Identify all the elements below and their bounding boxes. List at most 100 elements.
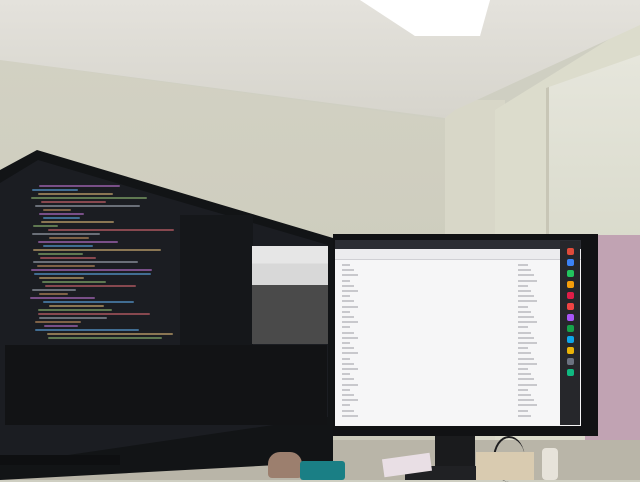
code-line — [43, 209, 71, 211]
list-item — [342, 399, 358, 402]
code-line — [39, 277, 84, 279]
hand-on-mouse — [268, 452, 302, 478]
list-item — [342, 409, 354, 412]
list-item — [342, 352, 358, 355]
code-line — [38, 253, 83, 255]
dock-app-icon[interactable] — [567, 369, 574, 376]
list-item — [342, 290, 358, 292]
code-line — [38, 309, 112, 311]
list-item-right — [518, 290, 531, 292]
dock-app-icon[interactable] — [567, 336, 574, 343]
list-item-right — [518, 269, 531, 272]
code-line — [43, 245, 93, 247]
list-item-right — [518, 394, 531, 396]
code-line — [48, 337, 162, 339]
editor-side-pane — [180, 215, 253, 345]
list-item — [342, 310, 350, 313]
code-line — [45, 285, 136, 287]
list-item-right — [518, 321, 537, 324]
list-item — [342, 295, 350, 298]
list-item-right — [518, 305, 528, 308]
code-line — [40, 257, 96, 259]
code-line — [49, 305, 104, 307]
list-item — [342, 269, 354, 272]
list-item-right — [518, 362, 537, 365]
list-item-right — [518, 342, 537, 344]
list-item-right — [518, 352, 531, 355]
browser-titlebar — [335, 240, 581, 249]
right-monitor-screen — [335, 240, 581, 426]
code-line — [43, 217, 80, 219]
code-line — [38, 313, 150, 315]
code-line — [32, 289, 76, 291]
browser-toolbar — [335, 249, 581, 260]
code-line — [32, 189, 78, 191]
list-item — [342, 373, 350, 376]
list-item — [342, 342, 350, 344]
list-item-right — [518, 347, 528, 350]
code-line — [42, 281, 106, 283]
list-item — [342, 357, 350, 360]
list-item-right — [518, 357, 534, 360]
list-item — [342, 316, 354, 318]
dock-app-icon[interactable] — [567, 314, 574, 321]
list-item-right — [518, 300, 537, 303]
dock-app-icon[interactable] — [567, 325, 574, 332]
list-item — [342, 274, 358, 277]
list-item-right — [518, 295, 534, 298]
list-item-right — [518, 388, 528, 391]
list-item — [342, 347, 354, 350]
dock-app-icon[interactable] — [567, 270, 574, 277]
list-item — [342, 336, 358, 339]
list-item — [342, 362, 354, 365]
app-dock — [560, 241, 580, 425]
left-taskbar — [0, 455, 120, 465]
list-item-right — [518, 316, 534, 318]
code-line — [35, 321, 81, 323]
list-item — [342, 388, 350, 391]
bottle — [542, 448, 558, 480]
dock-app-icon[interactable] — [567, 303, 574, 310]
list-item-right — [518, 264, 528, 266]
list-item — [342, 331, 354, 334]
list-item — [342, 321, 358, 324]
list-item-right — [518, 310, 531, 313]
code-line — [47, 333, 173, 335]
list-item-right — [518, 336, 534, 339]
code-line — [43, 301, 134, 303]
list-item — [342, 404, 350, 407]
code-line — [44, 325, 78, 327]
code-line — [31, 269, 152, 271]
dock-app-icon[interactable] — [567, 292, 574, 299]
code-line — [37, 265, 95, 267]
list-item — [342, 368, 358, 370]
code-line — [31, 197, 147, 199]
dock-app-icon[interactable] — [567, 248, 574, 255]
code-line — [35, 205, 140, 207]
code-line — [41, 201, 106, 203]
list-item-right — [518, 414, 531, 417]
dock-app-icon[interactable] — [567, 358, 574, 365]
list-item — [342, 279, 350, 282]
mouse-pad — [300, 461, 345, 480]
list-item-right — [518, 368, 528, 370]
dock-app-icon[interactable] — [567, 259, 574, 266]
code-line — [34, 273, 151, 275]
list-item-right — [518, 274, 534, 277]
list-item-right — [518, 373, 531, 376]
code-line — [33, 225, 58, 227]
list-item — [342, 378, 354, 381]
terminal-pane — [5, 345, 327, 425]
dock-app-icon[interactable] — [567, 281, 574, 288]
list-item-right — [518, 279, 537, 282]
dock-app-icon[interactable] — [567, 347, 574, 354]
code-line — [39, 317, 107, 319]
list-item — [342, 284, 354, 287]
code-line — [49, 237, 89, 239]
window-blind — [546, 55, 640, 255]
list-item — [342, 264, 350, 266]
code-line — [38, 193, 113, 195]
code-line — [39, 185, 120, 187]
list-item — [342, 394, 354, 396]
list-item — [342, 414, 358, 417]
